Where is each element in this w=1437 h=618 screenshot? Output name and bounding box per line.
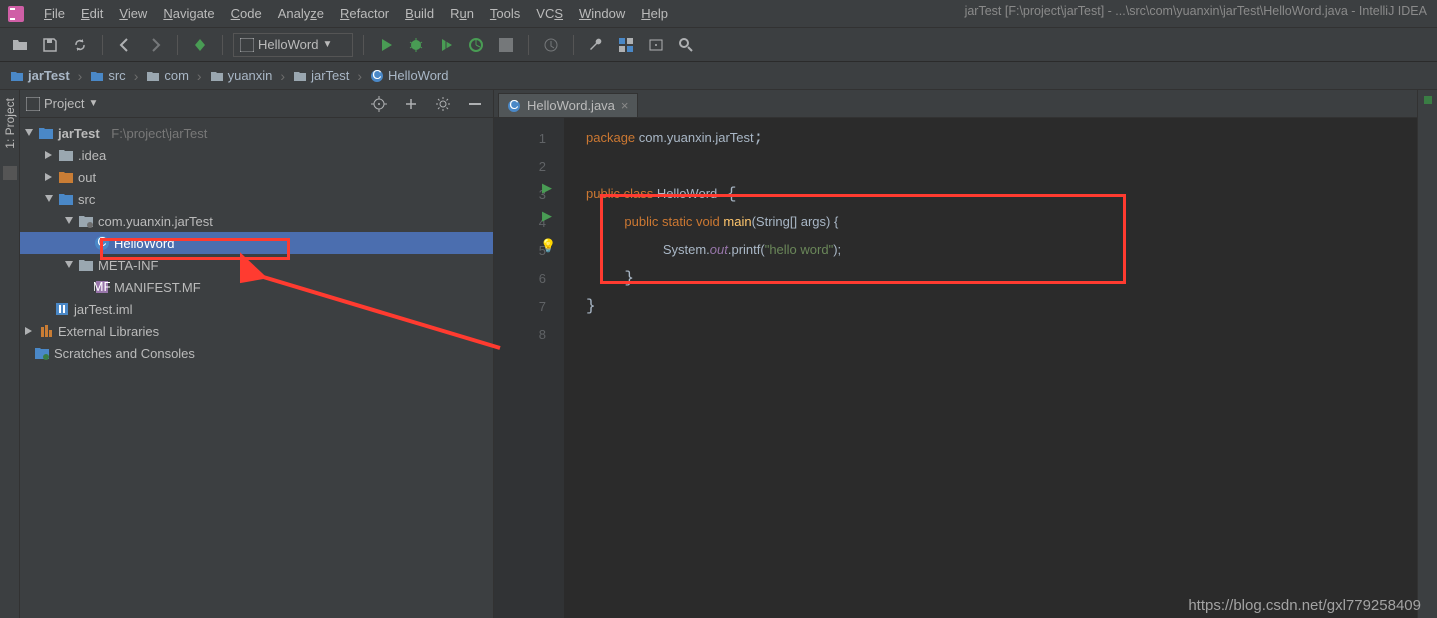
project-tree[interactable]: jarTest F:\project\jarTest .idea out src xyxy=(20,118,493,618)
breadcrumb: jarTest› src› com› yuanxin› jarTest› CHe… xyxy=(0,62,1437,90)
tree-row[interactable]: src xyxy=(20,188,493,210)
gear-icon[interactable] xyxy=(431,92,455,116)
menu-tools[interactable]: Tools xyxy=(482,4,528,23)
stop-icon[interactable] xyxy=(494,33,518,57)
project-panel-title[interactable]: Project ▼ xyxy=(26,96,361,111)
tree-row[interactable]: MF MANIFEST.MF xyxy=(20,276,493,298)
editor-gutter: 1 2 3 4 5 6 7 8 ▶ ▶ 💡 xyxy=(494,118,564,618)
separator xyxy=(528,35,529,55)
menu-window[interactable]: Window xyxy=(571,4,633,23)
separator xyxy=(573,35,574,55)
structure-icon[interactable] xyxy=(614,33,638,57)
hide-icon[interactable] xyxy=(463,92,487,116)
project-panel-header: Project ▼ xyxy=(20,90,493,118)
menu-code[interactable]: Code xyxy=(223,4,270,23)
build-icon[interactable] xyxy=(188,33,212,57)
tree-row-package[interactable]: com.yuanxin.jarTest xyxy=(20,210,493,232)
menu-edit[interactable]: Edit xyxy=(73,4,111,23)
search-icon[interactable] xyxy=(674,33,698,57)
update-icon[interactable] xyxy=(539,33,563,57)
menu-view[interactable]: View xyxy=(111,4,155,23)
left-gutter-strip: 1: Project xyxy=(0,90,20,618)
tool-window-project-tab[interactable]: 1: Project xyxy=(3,94,17,153)
menu-run[interactable]: Run xyxy=(442,4,482,23)
save-all-icon[interactable] xyxy=(38,33,62,57)
editor-tab[interactable]: C HelloWord.java × xyxy=(498,93,638,117)
tree-row-root[interactable]: jarTest F:\project\jarTest xyxy=(20,122,493,144)
open-icon[interactable] xyxy=(8,33,32,57)
tree-row[interactable]: out xyxy=(20,166,493,188)
svg-text:MF: MF xyxy=(94,279,110,294)
editor-tabbar: C HelloWord.java × xyxy=(494,90,1417,118)
inspection-indicator[interactable] xyxy=(1424,96,1432,104)
code-content[interactable]: package com.yuanxin.jarTest; public clas… xyxy=(564,118,1417,618)
breadcrumb-item[interactable]: com xyxy=(142,67,193,84)
run-gutter-icon[interactable]: ▶ xyxy=(542,180,552,196)
run-gutter-icon[interactable]: ▶ xyxy=(542,208,552,224)
menubar: File Edit View Navigate Code Analyze Ref… xyxy=(0,0,1437,28)
separator xyxy=(102,35,103,55)
menu-vcs[interactable]: VCS xyxy=(528,4,571,23)
breadcrumb-item[interactable]: jarTest xyxy=(6,67,74,84)
tree-row[interactable]: jarTest.iml xyxy=(20,298,493,320)
code-editor[interactable]: 1 2 3 4 5 6 7 8 ▶ ▶ 💡 package com.yuanxi… xyxy=(494,118,1417,618)
menu-refactor[interactable]: Refactor xyxy=(332,4,397,23)
menu-navigate[interactable]: Navigate xyxy=(155,4,222,23)
sdk-icon[interactable] xyxy=(644,33,668,57)
separator xyxy=(222,35,223,55)
close-icon[interactable]: × xyxy=(621,98,629,113)
tree-row[interactable]: .idea xyxy=(20,144,493,166)
breadcrumb-item[interactable]: yuanxin xyxy=(206,67,277,84)
locate-icon[interactable] xyxy=(367,92,391,116)
profile-icon[interactable] xyxy=(464,33,488,57)
app-icon xyxy=(8,6,24,22)
wrench-icon[interactable] xyxy=(584,33,608,57)
separator xyxy=(177,35,178,55)
main-toolbar: HelloWord ▼ xyxy=(0,28,1437,62)
tree-row[interactable]: META-INF xyxy=(20,254,493,276)
breadcrumb-item[interactable]: CHelloWord xyxy=(366,67,452,84)
chevron-down-icon: ▼ xyxy=(88,98,98,109)
debug-icon[interactable] xyxy=(404,33,428,57)
forward-icon[interactable] xyxy=(143,33,167,57)
intention-bulb-icon[interactable]: 💡 xyxy=(540,238,556,254)
breadcrumb-item[interactable]: src xyxy=(86,67,129,84)
tree-row-class[interactable]: C HelloWord xyxy=(20,232,493,254)
svg-text:C: C xyxy=(97,235,106,249)
project-tool-window: Project ▼ jarTest F:\project\jarTest .id… xyxy=(20,90,494,618)
window-title: jarTest [F:\project\jarTest] - ...\src\c… xyxy=(965,4,1427,18)
chevron-down-icon: ▼ xyxy=(322,39,332,50)
collapse-icon[interactable] xyxy=(399,92,423,116)
back-icon[interactable] xyxy=(113,33,137,57)
editor-area: C HelloWord.java × 1 2 3 4 5 6 7 8 ▶ ▶ 💡… xyxy=(494,90,1417,618)
coverage-icon[interactable] xyxy=(434,33,458,57)
tree-row[interactable]: Scratches and Consoles xyxy=(20,342,493,364)
menu-build[interactable]: Build xyxy=(397,4,442,23)
run-config-combo[interactable]: HelloWord ▼ xyxy=(233,33,353,57)
menu-file[interactable]: File xyxy=(36,4,73,23)
breadcrumb-item[interactable]: jarTest xyxy=(289,67,353,84)
menu-analyze[interactable]: Analyze xyxy=(270,4,332,23)
svg-text:C: C xyxy=(372,69,381,82)
separator xyxy=(363,35,364,55)
run-icon[interactable] xyxy=(374,33,398,57)
svg-text:C: C xyxy=(509,99,518,112)
bookmarks-icon[interactable] xyxy=(2,165,18,181)
run-config-label: HelloWord xyxy=(258,37,318,52)
menu-help[interactable]: Help xyxy=(633,4,676,23)
sync-icon[interactable] xyxy=(68,33,92,57)
right-gutter-strip xyxy=(1417,90,1437,618)
watermark-text: https://blog.csdn.net/gxl779258409 xyxy=(1188,597,1421,614)
tree-row[interactable]: External Libraries xyxy=(20,320,493,342)
